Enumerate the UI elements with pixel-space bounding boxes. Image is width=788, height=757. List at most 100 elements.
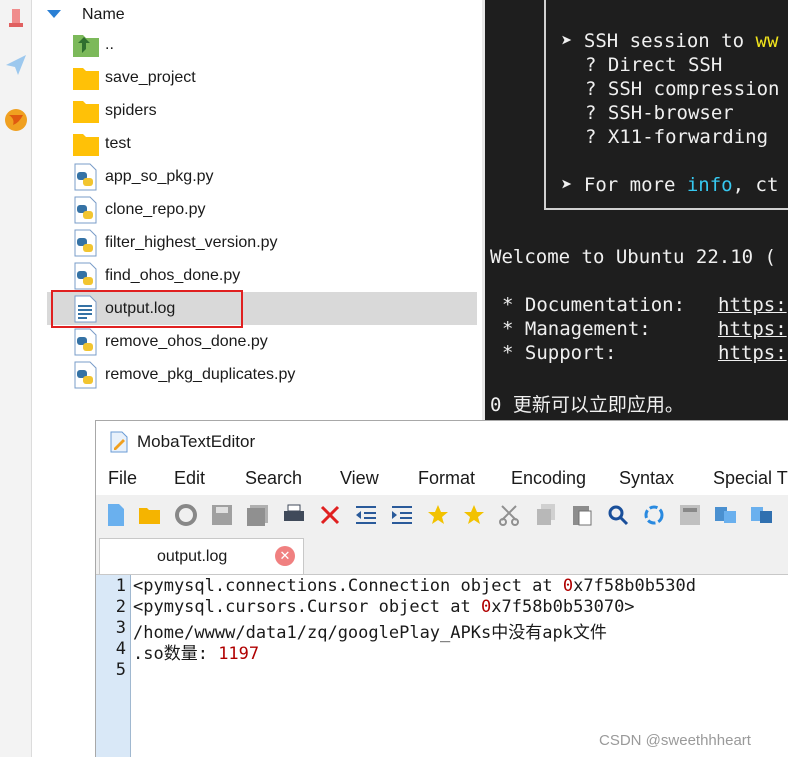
search-icon[interactable] xyxy=(604,501,632,529)
close-icon[interactable] xyxy=(316,501,344,529)
menu-edit[interactable]: Edit xyxy=(174,468,205,489)
file-row-python[interactable]: clone_repo.py xyxy=(47,193,477,226)
indent-increase-icon[interactable] xyxy=(388,501,416,529)
file-row-parent[interactable]: .. xyxy=(47,28,477,61)
tools-icon[interactable] xyxy=(0,0,32,40)
editor-app-icon xyxy=(110,431,128,453)
moba-text-editor-window: MobaTextEditor File Edit Search View For… xyxy=(95,420,788,757)
menu-format[interactable]: Format xyxy=(418,468,475,489)
python-file-icon xyxy=(74,163,97,191)
folder-icon xyxy=(73,68,99,90)
parent-folder-icon xyxy=(73,35,99,57)
compare-right-icon[interactable] xyxy=(748,501,776,529)
code-line: .so数量: 1197 xyxy=(133,644,260,664)
python-file-icon xyxy=(74,262,97,290)
file-name: filter_highest_version.py xyxy=(105,234,278,251)
python-file-icon xyxy=(74,361,97,389)
python-file-icon xyxy=(74,196,97,224)
terminal-line: ➤ SSH session to ww xyxy=(561,30,779,52)
file-name: remove_pkg_duplicates.py xyxy=(105,366,296,383)
python-file-icon xyxy=(74,229,97,257)
file-row-python[interactable]: filter_highest_version.py xyxy=(47,226,477,259)
name-header-label: Name xyxy=(82,6,125,23)
reload-icon[interactable] xyxy=(172,501,200,529)
menu-encoding[interactable]: Encoding xyxy=(511,468,586,489)
replace-icon[interactable] xyxy=(640,501,668,529)
new-file-icon[interactable] xyxy=(102,501,130,529)
file-row-folder[interactable]: test xyxy=(47,127,477,160)
ssh-terminal[interactable]: ➤ SSH session to ww ? Direct SSH ? SSH c… xyxy=(485,0,788,422)
print-icon[interactable] xyxy=(280,501,308,529)
line-number: 4 xyxy=(115,639,126,659)
terminal-line: ? X11-forwarding xyxy=(585,126,769,148)
folder-icon xyxy=(73,134,99,156)
terminal-line: ? SSH compression xyxy=(585,78,780,100)
file-name: clone_repo.py xyxy=(105,201,206,218)
file-row-python[interactable]: remove_ohos_done.py xyxy=(47,325,477,358)
tab-close-icon[interactable]: ✕ xyxy=(275,546,295,566)
terminal-line: ➤ For more info, ct xyxy=(561,174,779,196)
cut-icon[interactable] xyxy=(496,501,524,529)
menu-view[interactable]: View xyxy=(340,468,379,489)
menu-special[interactable]: Special T xyxy=(713,468,788,489)
terminal-line: * Management: xyxy=(502,318,651,340)
editor-menubar: File Edit Search View Format Encoding Sy… xyxy=(96,463,788,495)
file-row-python[interactable]: find_ohos_done.py xyxy=(47,259,477,292)
menu-syntax[interactable]: Syntax xyxy=(619,468,674,489)
file-row-python[interactable]: remove_pkg_duplicates.py xyxy=(47,358,477,391)
terminal-line: 0 更新可以立即应用。 xyxy=(490,394,684,416)
file-name: app_so_pkg.py xyxy=(105,168,214,185)
save-all-icon[interactable] xyxy=(244,501,272,529)
copy-icon[interactable] xyxy=(532,501,560,529)
compare-left-icon[interactable] xyxy=(712,501,740,529)
terminal-line: ? Direct SSH xyxy=(585,54,723,76)
terminal-line: ? SSH-browser xyxy=(585,102,734,124)
file-row-folder[interactable]: spiders xyxy=(47,94,477,127)
bookmark-toggle-icon[interactable] xyxy=(424,501,452,529)
indent-decrease-icon[interactable] xyxy=(352,501,380,529)
terminal-link[interactable]: https: xyxy=(718,318,787,340)
editor-title: MobaTextEditor xyxy=(137,432,256,451)
file-name: .. xyxy=(105,36,114,53)
name-column-header[interactable]: Name xyxy=(33,0,482,28)
send-icon[interactable] xyxy=(0,45,32,85)
annotation-highlight-box xyxy=(51,290,243,328)
open-folder-icon[interactable] xyxy=(136,501,164,529)
editor-titlebar[interactable]: MobaTextEditor xyxy=(96,421,788,463)
terminal-line: * Documentation: xyxy=(502,294,686,316)
file-name: find_ohos_done.py xyxy=(105,267,241,284)
code-line: <pymysql.cursors.Cursor object at 0x7f58… xyxy=(133,597,635,617)
line-number: 1 xyxy=(115,576,126,596)
save-icon[interactable] xyxy=(208,501,236,529)
line-number-gutter: 1 2 3 4 5 xyxy=(96,575,131,757)
line-number: 2 xyxy=(115,597,126,617)
bookmark-next-icon[interactable] xyxy=(460,501,488,529)
terminal-line: Welcome to Ubuntu 22.10 ( xyxy=(490,246,776,268)
left-sidebar-strip xyxy=(0,0,32,757)
tab-label: output.log xyxy=(157,548,228,565)
terminal-link[interactable]: https: xyxy=(718,342,787,364)
code-line: <pymysql.connections.Connection object a… xyxy=(133,576,696,596)
file-row-folder[interactable]: save_project xyxy=(47,61,477,94)
terminal-link[interactable]: https: xyxy=(718,294,787,316)
folder-icon xyxy=(73,101,99,123)
sort-triangle-icon xyxy=(47,10,61,18)
file-name: spiders xyxy=(105,102,157,119)
editor-text-area[interactable]: 1 2 3 4 5 <pymysql.connections.Connectio… xyxy=(96,574,788,757)
file-name: save_project xyxy=(105,69,196,86)
menu-search[interactable]: Search xyxy=(245,468,302,489)
watermark: CSDN @sweethhheart xyxy=(599,732,751,749)
editor-toolbar xyxy=(96,495,788,535)
file-name: remove_ohos_done.py xyxy=(105,333,268,350)
paste-icon[interactable] xyxy=(568,501,596,529)
terminal-line: * Support: xyxy=(502,342,617,364)
python-file-icon xyxy=(74,328,97,356)
file-row-python[interactable]: app_so_pkg.py xyxy=(47,160,477,193)
calculator-icon[interactable] xyxy=(676,501,704,529)
editor-tab-bar: output.log ✕ xyxy=(96,535,788,574)
tab-output-log[interactable]: output.log ✕ xyxy=(99,538,304,574)
globe-icon[interactable] xyxy=(0,100,32,140)
menu-file[interactable]: File xyxy=(108,468,137,489)
line-number: 5 xyxy=(115,660,126,680)
line-number: 3 xyxy=(115,618,126,638)
